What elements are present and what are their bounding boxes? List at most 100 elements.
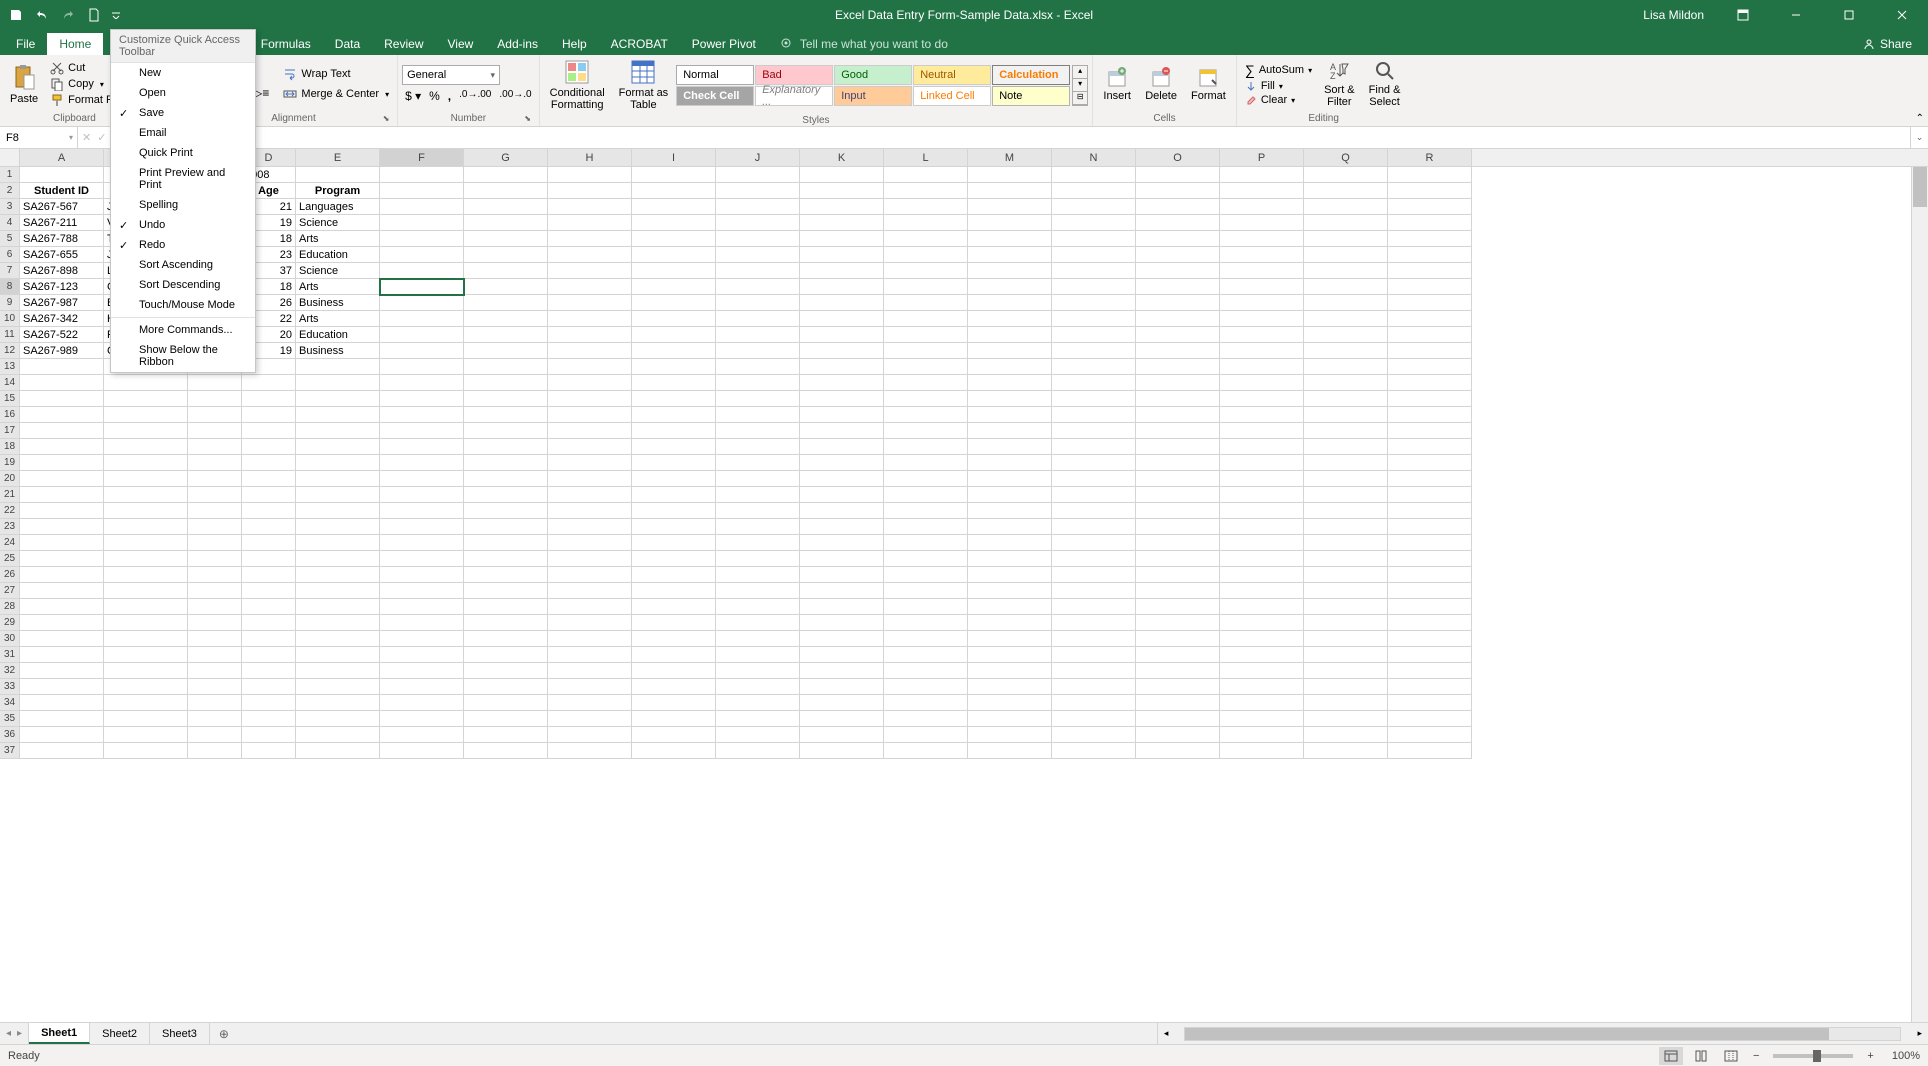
cell[interactable] xyxy=(1304,375,1388,391)
cell[interactable] xyxy=(716,279,800,295)
cell[interactable] xyxy=(1388,455,1472,471)
style-scroll-more[interactable]: ⊟ xyxy=(1073,92,1087,105)
cell[interactable] xyxy=(548,295,632,311)
cell[interactable] xyxy=(800,695,884,711)
cell[interactable] xyxy=(296,647,380,663)
cell[interactable] xyxy=(884,471,968,487)
cell[interactable] xyxy=(380,535,464,551)
cell[interactable] xyxy=(548,711,632,727)
cell[interactable] xyxy=(1304,631,1388,647)
cell[interactable] xyxy=(548,343,632,359)
cell[interactable] xyxy=(296,711,380,727)
cell[interactable] xyxy=(1136,327,1220,343)
cell[interactable] xyxy=(548,439,632,455)
cell[interactable] xyxy=(968,535,1052,551)
cell[interactable] xyxy=(188,743,242,759)
cell[interactable] xyxy=(632,727,716,743)
cell[interactable] xyxy=(1052,519,1136,535)
cell[interactable] xyxy=(884,407,968,423)
cell[interactable] xyxy=(188,615,242,631)
cell[interactable] xyxy=(188,471,242,487)
cell[interactable] xyxy=(800,471,884,487)
cell[interactable] xyxy=(632,327,716,343)
cell[interactable] xyxy=(1136,503,1220,519)
cell[interactable] xyxy=(968,423,1052,439)
cell[interactable] xyxy=(632,311,716,327)
cell[interactable] xyxy=(1388,551,1472,567)
cell[interactable] xyxy=(242,743,296,759)
cell[interactable] xyxy=(464,615,548,631)
cell[interactable] xyxy=(968,727,1052,743)
cell[interactable] xyxy=(296,743,380,759)
cell[interactable] xyxy=(380,711,464,727)
cell[interactable] xyxy=(548,727,632,743)
cell[interactable] xyxy=(296,359,380,375)
cell[interactable] xyxy=(884,695,968,711)
cell[interactable] xyxy=(296,583,380,599)
cell[interactable] xyxy=(632,263,716,279)
cell[interactable] xyxy=(548,455,632,471)
cell[interactable] xyxy=(1052,727,1136,743)
cell[interactable] xyxy=(1220,567,1304,583)
qat-show-below[interactable]: Show Below the Ribbon xyxy=(111,340,255,372)
cell[interactable] xyxy=(716,647,800,663)
cell[interactable] xyxy=(968,679,1052,695)
cell[interactable] xyxy=(1220,503,1304,519)
cell[interactable] xyxy=(104,583,188,599)
cell[interactable] xyxy=(464,407,548,423)
cell[interactable] xyxy=(104,711,188,727)
cell[interactable] xyxy=(1304,455,1388,471)
cell[interactable] xyxy=(1136,567,1220,583)
cell[interactable] xyxy=(380,167,464,183)
cell[interactable] xyxy=(1136,279,1220,295)
cell[interactable] xyxy=(1052,311,1136,327)
cell[interactable] xyxy=(380,551,464,567)
qat-menu-item[interactable]: Touch/Mouse Mode xyxy=(111,295,255,315)
cell[interactable] xyxy=(188,727,242,743)
cell[interactable] xyxy=(800,599,884,615)
cell[interactable] xyxy=(1304,471,1388,487)
cell[interactable] xyxy=(1388,279,1472,295)
qat-more-commands[interactable]: More Commands... xyxy=(111,320,255,340)
cell[interactable] xyxy=(968,647,1052,663)
cell[interactable] xyxy=(188,631,242,647)
cell[interactable] xyxy=(1136,423,1220,439)
cell[interactable] xyxy=(716,663,800,679)
cell[interactable] xyxy=(716,711,800,727)
cell[interactable] xyxy=(1136,343,1220,359)
cell[interactable] xyxy=(1052,439,1136,455)
cell[interactable] xyxy=(1388,295,1472,311)
cell[interactable] xyxy=(884,615,968,631)
cell[interactable] xyxy=(1136,407,1220,423)
cell[interactable] xyxy=(548,199,632,215)
increase-decimal-icon[interactable]: .0→.00 xyxy=(456,89,494,103)
cell[interactable] xyxy=(1388,407,1472,423)
cell[interactable]: Education xyxy=(296,327,380,343)
cell[interactable] xyxy=(188,599,242,615)
cell[interactable] xyxy=(968,631,1052,647)
cell[interactable] xyxy=(968,359,1052,375)
cell[interactable] xyxy=(104,647,188,663)
cell[interactable] xyxy=(968,487,1052,503)
cell[interactable] xyxy=(20,519,104,535)
cell[interactable] xyxy=(632,183,716,199)
cell[interactable] xyxy=(380,519,464,535)
cell[interactable] xyxy=(1220,695,1304,711)
ribbon-tab-file[interactable]: File xyxy=(4,33,47,55)
cell[interactable] xyxy=(1052,407,1136,423)
ribbon-tab-add-ins[interactable]: Add-ins xyxy=(485,33,550,55)
save-button[interactable] xyxy=(6,5,26,25)
cell[interactable] xyxy=(548,391,632,407)
cell[interactable] xyxy=(548,407,632,423)
cell[interactable] xyxy=(1304,279,1388,295)
cell[interactable] xyxy=(1136,359,1220,375)
cell[interactable] xyxy=(800,567,884,583)
cell[interactable] xyxy=(884,599,968,615)
cell[interactable] xyxy=(1304,423,1388,439)
cell[interactable] xyxy=(968,215,1052,231)
cell[interactable] xyxy=(1304,407,1388,423)
cell[interactable] xyxy=(548,423,632,439)
cell[interactable] xyxy=(464,471,548,487)
cell[interactable] xyxy=(884,183,968,199)
cell[interactable] xyxy=(464,663,548,679)
